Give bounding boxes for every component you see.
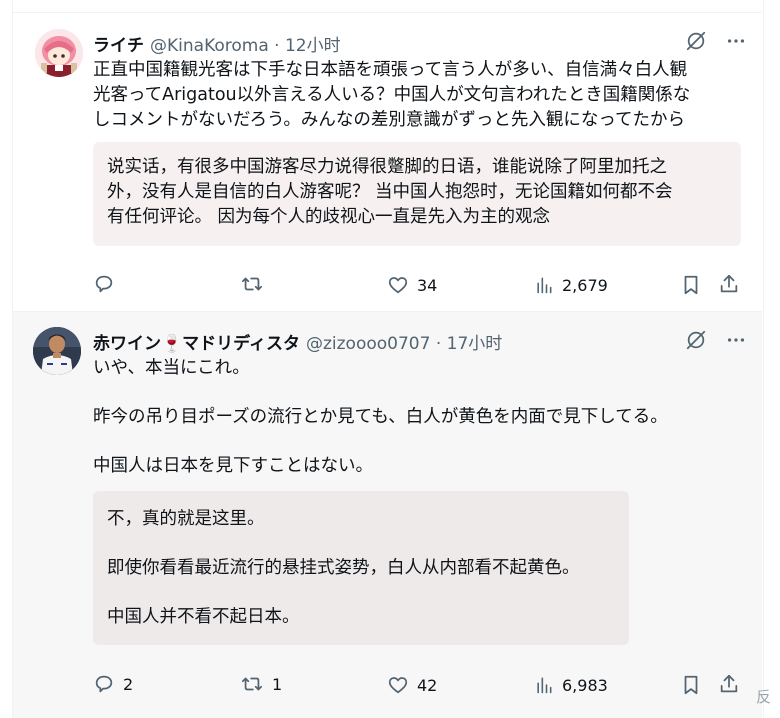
avatar[interactable]	[35, 29, 83, 77]
repost-arrows-icon	[241, 677, 263, 691]
tweet-top-actions	[685, 329, 747, 351]
more-dots-icon[interactable]	[725, 30, 747, 52]
bookmark-icon	[684, 675, 698, 695]
tweet-card-2[interactable]: 赤ワイン🍷マドリディスタ @zizoooo0707 · 17小时 いや、本当にこ…	[13, 312, 762, 718]
translation-line: 说实话，有很多中国游客尽力说得很蹩脚的日语，谁能说除了阿里加托之	[107, 157, 667, 177]
corner-mark: 反	[756, 688, 772, 706]
tweet-header: ライチ @KinaKoroma · 12小时	[93, 31, 341, 56]
tweet-paragraph: いや、本当にこれ。	[93, 358, 250, 378]
translation-line: 有任何评论。 因为每个人的歧视心一直是先入为主的观念	[107, 207, 551, 227]
views-button[interactable]: 6,983	[534, 675, 608, 695]
reply-button[interactable]	[93, 273, 123, 295]
views-bars-icon	[537, 277, 552, 294]
bookmark-button[interactable]	[680, 674, 702, 696]
tweet-card-1[interactable]: ライチ @KinaKoroma · 12小时 正直中国籍観光客は下手な日本語を頑…	[13, 13, 762, 311]
repost-button[interactable]	[240, 273, 272, 295]
tweet-paragraph: 昨今の吊り目ポーズの流行とか見ても、白人が黄色を内面で見下してる。	[93, 407, 668, 427]
like-button[interactable]: 34	[387, 274, 437, 296]
share-button[interactable]	[718, 673, 740, 695]
translation-box: 不，真的就是这里。 即使你看看最近流行的悬挂式姿势，白人从内部看不起黄色。 中国…	[93, 491, 629, 645]
tweet-paragraph: 中国人は日本を見下すことはない。	[93, 456, 373, 476]
avatar-football-player-image	[33, 327, 81, 375]
like-button[interactable]: 42	[387, 674, 437, 696]
translation-line: 外，没有人是自信的白人游客呢？ 当中国人抱怨时，无论国籍如何都不会	[107, 182, 673, 202]
author-name[interactable]: 赤ワイン🍷マドリディスタ	[93, 329, 300, 354]
author-name[interactable]: ライチ	[93, 31, 144, 56]
tweet-text-line: 光客ってArigatou以外言える人いる？中国人が文句言われたとき国籍関係な	[93, 85, 691, 105]
translation-paragraph: 中国人并不看不起日本。	[107, 607, 300, 627]
reply-count: 2	[123, 674, 134, 694]
avatar[interactable]	[33, 327, 81, 375]
reply-bubble-icon	[95, 275, 113, 293]
tweet-text: いや、本当にこれ。 昨今の吊り目ポーズの流行とか見ても、白人が黄色を内面で見下し…	[93, 356, 753, 479]
tweet-text-line: しコメントがないだろう。みんなの差別意識がずっと先入観になってたから	[93, 110, 686, 130]
like-count: 42	[417, 675, 438, 695]
views-button[interactable]: 2,679	[534, 275, 608, 295]
repost-button[interactable]: 1	[240, 673, 282, 695]
reply-button[interactable]: 2	[93, 673, 133, 695]
repost-arrows-icon	[241, 277, 263, 291]
views-count: 2,679	[562, 275, 608, 295]
grok-slash-icon[interactable]	[685, 329, 707, 351]
translation-paragraph: 不，真的就是这里。	[107, 509, 265, 529]
views-bars-icon	[537, 677, 552, 694]
share-upload-icon	[720, 674, 738, 693]
tweet-text: 正直中国籍観光客は下手な日本語を頑張って言う人が多い、自信満々白人観 光客ってA…	[93, 58, 753, 133]
grok-slash-icon[interactable]	[685, 30, 707, 52]
share-upload-icon	[720, 274, 738, 293]
tweet-text-line: 正直中国籍観光客は下手な日本語を頑張って言う人が多い、自信満々白人観	[93, 60, 688, 80]
translation-box: 说实话，有很多中国游客尽力说得很蹩脚的日语，谁能说除了阿里加托之 外，没有人是自…	[93, 142, 741, 246]
like-count: 34	[417, 275, 438, 295]
views-count: 6,983	[562, 675, 608, 695]
bookmark-icon	[684, 275, 698, 295]
author-handle-time[interactable]: @KinaKoroma · 12小时	[150, 31, 341, 56]
heart-icon	[388, 277, 408, 294]
more-dots-icon[interactable]	[725, 329, 747, 351]
avatar-anime-girl-image	[35, 29, 83, 77]
tweet-top-actions	[685, 30, 747, 52]
heart-icon	[388, 677, 408, 694]
author-handle-time[interactable]: @zizoooo0707 · 17小时	[306, 329, 502, 354]
reply-bubble-icon	[95, 675, 113, 693]
bookmark-button[interactable]	[680, 274, 702, 296]
repost-count: 1	[272, 674, 283, 694]
share-button[interactable]	[718, 273, 740, 295]
tweet-header: 赤ワイン🍷マドリディスタ @zizoooo0707 · 17小时	[93, 329, 502, 354]
translation-paragraph: 即使你看看最近流行的悬挂式姿势，白人从内部看不起黄色。	[107, 558, 580, 578]
